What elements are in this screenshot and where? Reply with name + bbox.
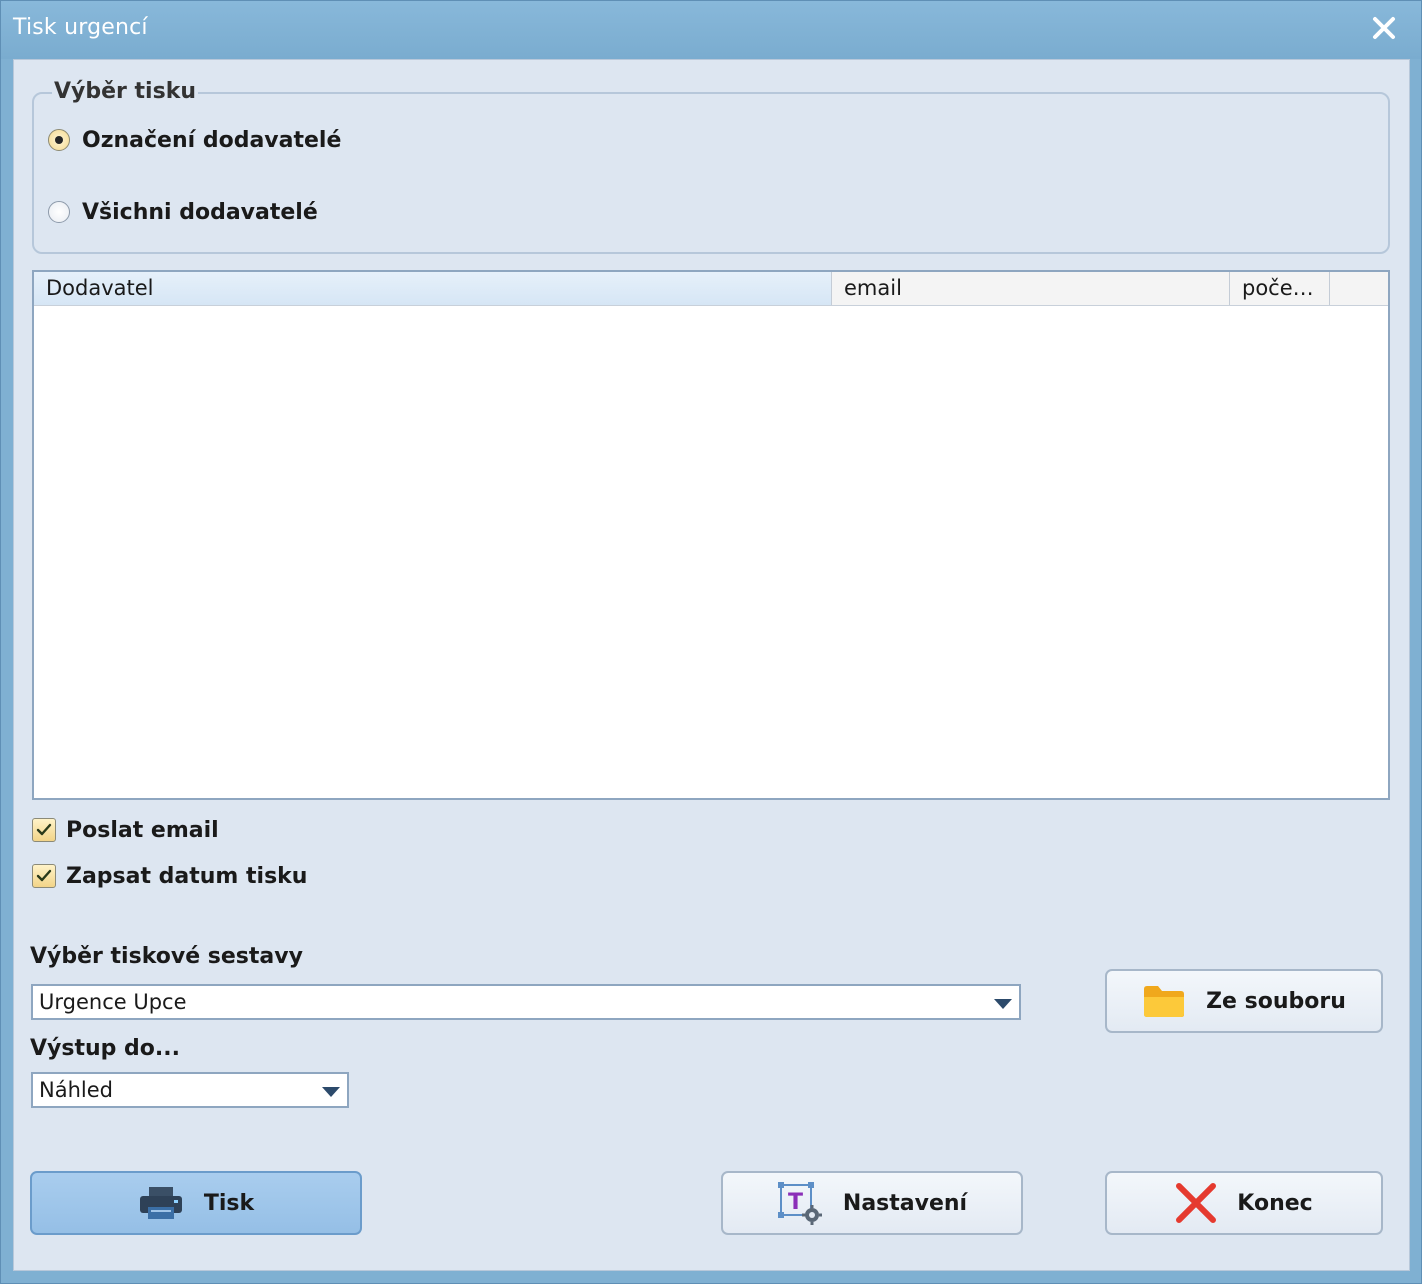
print-selection-legend: Výběr tisku bbox=[52, 79, 198, 104]
radio-button-selected[interactable] bbox=[48, 129, 70, 151]
suppliers-grid[interactable]: Dodavatel email poče… bbox=[32, 270, 1390, 800]
print-button[interactable]: Tisk bbox=[30, 1171, 362, 1235]
column-header-email[interactable]: email bbox=[832, 272, 1230, 305]
settings-button[interactable]: T Nastavení bbox=[721, 1171, 1023, 1235]
chevron-down-icon bbox=[322, 1087, 340, 1097]
column-header-filler bbox=[1330, 272, 1388, 305]
radio-selected-suppliers[interactable]: Označení dodavatelé bbox=[48, 124, 341, 156]
send-email-checkbox[interactable] bbox=[32, 818, 56, 842]
output-select-value: Náhled bbox=[39, 1078, 113, 1102]
printer-icon bbox=[139, 1187, 182, 1219]
dialog-content: Výběr tisku Označení dodavatelé Všichni … bbox=[13, 59, 1410, 1271]
close-icon bbox=[1373, 17, 1395, 39]
red-x-icon bbox=[1176, 1183, 1217, 1223]
output-select[interactable]: Náhled bbox=[31, 1072, 349, 1108]
dialog-window: Tisk urgencí Výběr tisku Označení dodava… bbox=[0, 0, 1422, 1284]
radio-button-unselected[interactable] bbox=[48, 201, 70, 223]
send-email-checkbox-row[interactable]: Poslat email bbox=[32, 815, 219, 845]
text-settings-icon: T bbox=[777, 1182, 822, 1225]
report-select[interactable]: Urgence Upce bbox=[31, 984, 1021, 1020]
write-print-date-label: Zapsat datum tisku bbox=[66, 863, 308, 889]
report-selection-label: Výběr tiskové sestavy bbox=[30, 944, 303, 969]
chevron-down-icon bbox=[994, 999, 1012, 1009]
print-selection-group: Výběr tisku Označení dodavatelé Všichni … bbox=[32, 79, 1390, 254]
print-label: Tisk bbox=[203, 1190, 255, 1216]
grid-header: Dodavatel email poče… bbox=[34, 272, 1388, 306]
radio-label-all-suppliers: Všichni dodavatelé bbox=[82, 199, 318, 225]
column-header-supplier[interactable]: Dodavatel bbox=[34, 272, 832, 305]
settings-label: Nastavení bbox=[842, 1190, 968, 1216]
column-header-count[interactable]: poče… bbox=[1230, 272, 1330, 305]
radio-label-selected-suppliers: Označení dodavatelé bbox=[82, 127, 342, 153]
from-file-button[interactable]: Ze souboru bbox=[1105, 969, 1383, 1033]
radio-all-suppliers[interactable]: Všichni dodavatelé bbox=[48, 196, 318, 228]
folder-icon bbox=[1144, 986, 1185, 1017]
from-file-label: Ze souboru bbox=[1206, 988, 1346, 1014]
title-bar[interactable]: Tisk urgencí bbox=[1, 1, 1421, 59]
write-print-date-checkbox[interactable] bbox=[32, 864, 56, 888]
write-date-checkbox-row[interactable]: Zapsat datum tisku bbox=[32, 861, 307, 891]
send-email-label: Poslat email bbox=[66, 817, 219, 843]
checkmark-icon bbox=[36, 823, 52, 836]
close-button[interactable]: Konec bbox=[1105, 1171, 1383, 1235]
close-label: Konec bbox=[1237, 1190, 1313, 1216]
window-title: Tisk urgencí bbox=[13, 15, 148, 40]
report-select-value: Urgence Upce bbox=[39, 990, 187, 1014]
grid-body[interactable] bbox=[34, 306, 1388, 796]
svg-text:T: T bbox=[788, 1190, 803, 1215]
window-close-button[interactable] bbox=[1369, 13, 1399, 43]
checkmark-icon bbox=[36, 869, 52, 882]
output-label: Výstup do... bbox=[30, 1036, 180, 1061]
